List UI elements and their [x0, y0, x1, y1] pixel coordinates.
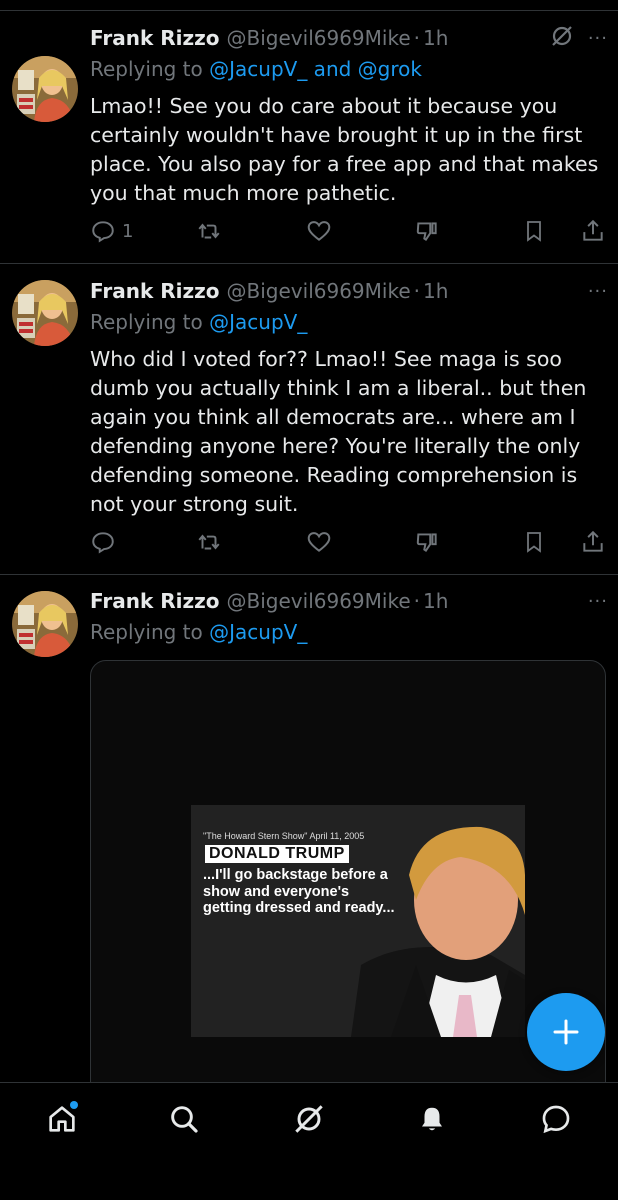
reply-button[interactable]: 1: [90, 216, 133, 246]
bookmark-icon: [527, 221, 541, 242]
heart-icon: [307, 221, 331, 241]
notifications-icon: [422, 1107, 442, 1131]
video-quote: ...I'll go backstage before a show and e…: [203, 867, 395, 916]
share-button[interactable]: [580, 527, 606, 557]
nav-search[interactable]: [164, 1099, 204, 1139]
share-button[interactable]: [580, 216, 606, 246]
retweet-icon: [198, 223, 220, 239]
grok-icon[interactable]: [550, 24, 574, 53]
nav-messages[interactable]: [536, 1099, 576, 1139]
avatar[interactable]: [12, 280, 78, 346]
nav-home[interactable]: [42, 1099, 82, 1139]
display-name[interactable]: Frank Rizzo: [90, 279, 220, 303]
thumbs-down-icon: [416, 222, 437, 242]
tweet-header: Frank Rizzo @Bigevil6969Mike · 1h ···: [90, 23, 608, 53]
messages-icon: [542, 1105, 570, 1134]
separator: ·: [413, 589, 421, 613]
like-button[interactable]: [306, 527, 332, 557]
video-caption: "The Howard Stern Show" April 11, 2005: [203, 831, 365, 841]
header-actions: ···: [550, 24, 608, 53]
reply-button[interactable]: [90, 527, 116, 557]
thumbs-down-icon: [416, 533, 437, 553]
like-button[interactable]: [306, 216, 332, 246]
nav-notifications[interactable]: [412, 1099, 452, 1139]
plus-icon: [553, 1019, 579, 1045]
timestamp[interactable]: 1h: [423, 589, 448, 613]
avatar[interactable]: [12, 591, 78, 657]
bookmark-button[interactable]: [522, 216, 546, 246]
grok-icon: [295, 1105, 323, 1133]
tweet[interactable]: Frank Rizzo @Bigevil6969Mike · 1h ··· Re…: [0, 10, 618, 264]
compose-button[interactable]: [527, 993, 605, 1071]
search-icon: [171, 1106, 198, 1133]
user-handle[interactable]: @Bigevil6969Mike: [227, 26, 411, 50]
share-icon: [583, 530, 603, 552]
tweet-actions: [90, 527, 610, 557]
nav-grok[interactable]: [289, 1099, 329, 1139]
retweet-icon: [198, 534, 220, 550]
bookmark-icon: [527, 532, 541, 553]
dislike-button[interactable]: [414, 527, 440, 557]
user-handle[interactable]: @Bigevil6969Mike: [227, 279, 411, 303]
header-actions: ···: [588, 281, 608, 302]
timestamp[interactable]: 1h: [423, 26, 448, 50]
tweet[interactable]: Frank Rizzo @Bigevil6969Mike · 1h ··· Re…: [0, 264, 618, 575]
replying-to-label: Replying to: [90, 57, 210, 81]
user-handle[interactable]: @Bigevil6969Mike: [227, 589, 411, 613]
share-icon: [583, 219, 603, 241]
display-name[interactable]: Frank Rizzo: [90, 589, 220, 613]
reply-icon: [92, 532, 114, 554]
video-thumbnail[interactable]: "The Howard Stern Show" April 11, 2005 D…: [191, 805, 525, 1037]
tweet-text: Lmao!! See you do care about it because …: [90, 94, 599, 205]
separator: ·: [413, 279, 421, 303]
more-icon[interactable]: ···: [588, 281, 608, 302]
tweet-actions: 1: [90, 216, 610, 246]
reply-count: 1: [122, 220, 134, 242]
tweet-text: Who did I voted for?? Lmao!! See maga is…: [90, 347, 587, 516]
replying-to: Replying to @JacupV_: [90, 310, 307, 334]
separator: ·: [413, 26, 421, 50]
replying-to: Replying to @JacupV_ and @grok: [90, 57, 422, 81]
retweet-button[interactable]: [196, 216, 222, 246]
more-icon[interactable]: ···: [588, 28, 608, 49]
tweet-header: Frank Rizzo @Bigevil6969Mike · 1h ···: [90, 586, 608, 616]
heart-icon: [307, 532, 331, 552]
replying-to: Replying to @JacupV_: [90, 620, 307, 644]
avatar[interactable]: [12, 56, 78, 122]
home-badge: [70, 1101, 78, 1109]
bookmark-button[interactable]: [522, 527, 546, 557]
bottom-nav: [0, 1082, 618, 1200]
tweet-header: Frank Rizzo @Bigevil6969Mike · 1h ···: [90, 276, 608, 306]
retweet-button[interactable]: [196, 527, 222, 557]
reply-mentions[interactable]: @JacupV_: [209, 620, 307, 644]
reply-icon: [92, 221, 114, 243]
replying-to-label: Replying to: [90, 310, 210, 334]
header-actions: ···: [588, 591, 608, 612]
display-name[interactable]: Frank Rizzo: [90, 26, 220, 50]
video-name-label: DONALD TRUMP: [205, 845, 349, 863]
replying-to-label: Replying to: [90, 620, 210, 644]
reply-mentions[interactable]: @JacupV_: [209, 310, 307, 334]
more-icon[interactable]: ···: [588, 591, 608, 612]
timestamp[interactable]: 1h: [423, 279, 448, 303]
dislike-button[interactable]: [414, 216, 440, 246]
reply-mentions[interactable]: @JacupV_ and @grok: [209, 57, 422, 81]
